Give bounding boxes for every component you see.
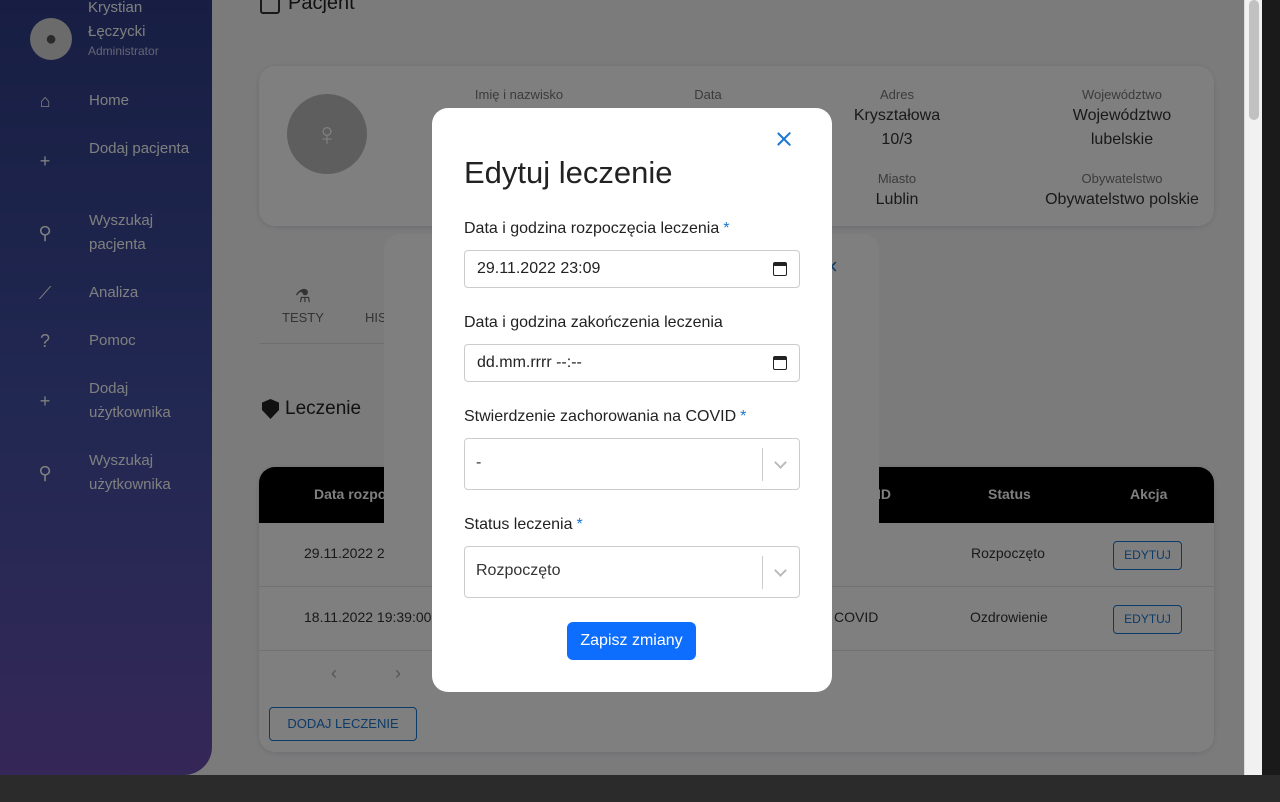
end-date-label: Data i godzina zakończenia leczenia — [464, 314, 723, 332]
close-icon[interactable] — [772, 127, 796, 151]
status-select[interactable]: Rozpoczęto — [464, 546, 800, 598]
start-date-label: Data i godzina rozpoczęcia leczenia * — [464, 220, 730, 238]
required-mark: * — [723, 220, 730, 237]
start-datetime-value: 29.11.2022 23:09 — [477, 260, 601, 277]
select-separator — [762, 556, 763, 589]
covid-label-text: Stwierdzenie zachorowania na COVID — [464, 408, 737, 425]
status-select-value: Rozpoczęto — [476, 562, 561, 579]
end-date-label-text: Data i godzina zakończenia leczenia — [464, 314, 723, 331]
covid-select[interactable]: - — [464, 438, 800, 490]
end-datetime-input[interactable]: dd.mm.rrrr --:-- — [464, 344, 800, 382]
calendar-icon[interactable] — [773, 356, 787, 370]
save-changes-button[interactable]: Zapisz zmiany — [567, 622, 696, 660]
status-label-text: Status leczenia — [464, 516, 573, 533]
chevron-down-icon[interactable] — [774, 564, 787, 577]
start-datetime-input[interactable]: 29.11.2022 23:09 — [464, 250, 800, 288]
start-date-label-text: Data i godzina rozpoczęcia leczenia — [464, 220, 720, 237]
end-datetime-value: dd.mm.rrrr --:-- — [477, 354, 582, 371]
modal-title: Edytuj leczenie — [464, 155, 673, 190]
status-label: Status leczenia * — [464, 516, 583, 534]
edit-treatment-modal: Edytuj leczenie Data i godzina rozpoczęc… — [432, 108, 832, 692]
calendar-icon[interactable] — [773, 262, 787, 276]
taskbar — [0, 775, 1280, 802]
required-mark: * — [576, 516, 583, 533]
scrollbar[interactable] — [1244, 0, 1262, 775]
scrollbar-thumb[interactable] — [1249, 0, 1259, 120]
chevron-down-icon[interactable] — [774, 456, 787, 469]
covid-label: Stwierdzenie zachorowania na COVID * — [464, 408, 746, 426]
select-separator — [762, 448, 763, 481]
required-mark: * — [740, 408, 747, 425]
covid-select-value: - — [476, 454, 482, 471]
